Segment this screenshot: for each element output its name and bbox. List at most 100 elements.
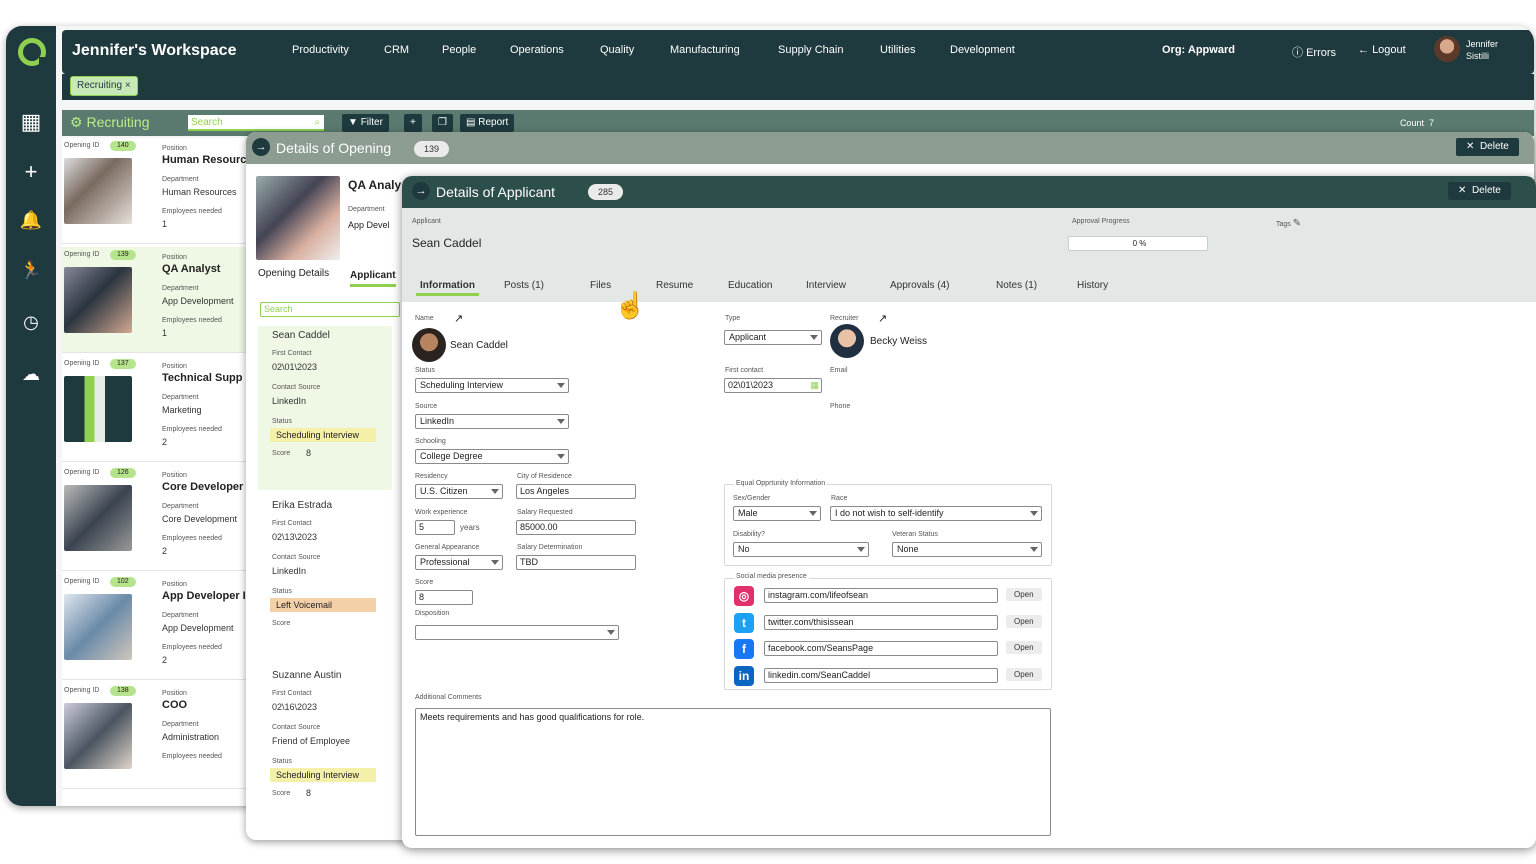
tab-notes[interactable]: Notes (1) <box>996 280 1037 291</box>
tab-applicants[interactable]: Applicant <box>350 270 396 287</box>
tab-opening-details[interactable]: Opening Details <box>258 268 329 279</box>
org-selector[interactable]: Org: Appward <box>1162 44 1235 56</box>
collapse-arrow-icon[interactable]: → <box>412 182 430 200</box>
comments-textarea[interactable]: Meets requirements and has good qualific… <box>415 708 1051 836</box>
applicant-card[interactable]: Suzanne Austin First Contact 02\16\2023 Con… <box>258 666 392 830</box>
open-link-button[interactable]: Open <box>1006 641 1042 654</box>
tab-education[interactable]: Education <box>728 280 772 291</box>
opening-card[interactable]: Opening ID 126 Position Core Developer Depar… <box>62 465 248 571</box>
applicant-count-badge: 285 <box>588 184 624 200</box>
first-contact-input[interactable]: 02\01\2023 ▦ <box>724 378 822 393</box>
first-contact-value: 02\01\2023 <box>272 362 318 372</box>
calendar-icon[interactable]: ▦ <box>810 379 819 392</box>
logout-link[interactable]: ← Logout <box>1358 44 1406 56</box>
user-avatar[interactable] <box>1434 36 1460 62</box>
residency-select[interactable]: U.S. Citizen <box>415 484 503 499</box>
salary-requested-input[interactable]: 85000.00 <box>516 520 636 535</box>
cloud-upload-icon[interactable]: ☁ <box>6 360 56 388</box>
schooling-select[interactable]: College Degree <box>415 449 569 464</box>
employees-label: Employees needed <box>162 317 222 324</box>
tab-posts[interactable]: Posts (1) <box>504 280 544 291</box>
apps-grid-icon[interactable]: ▦ <box>6 108 56 136</box>
tab-history[interactable]: History <box>1077 280 1108 291</box>
open-link-button[interactable]: Open <box>1006 667 1042 681</box>
opening-photo <box>64 376 132 442</box>
tab-interview[interactable]: Interview <box>806 280 846 291</box>
recruiting-chip[interactable]: Recruiting × <box>70 76 138 96</box>
nav-utilities[interactable]: Utilities <box>880 44 915 56</box>
opening-id-label: Opening ID <box>64 251 100 258</box>
nav-quality[interactable]: Quality <box>600 44 634 56</box>
social-url-input[interactable]: instagram.com/lifeofsean <box>764 588 998 603</box>
applicant-card[interactable]: Sean Caddel First Contact 02\01\2023 Contac… <box>258 326 392 490</box>
sex-select[interactable]: Male <box>733 506 821 521</box>
veteran-select[interactable]: None <box>892 542 1042 557</box>
nav-people[interactable]: People <box>442 44 476 56</box>
nav-development[interactable]: Development <box>950 44 1015 56</box>
search-placeholder: Search <box>191 117 223 128</box>
nav-operations[interactable]: Operations <box>510 44 564 56</box>
applicant-card-name: Sean Caddel <box>272 330 330 341</box>
user-first-name: Jennifer <box>1466 39 1499 49</box>
details-of-applicant-panel: → Details of Applicant 285 ✕ Delete Appl… <box>402 176 1536 848</box>
work-experience-input[interactable]: 5 <box>415 520 455 535</box>
nav-supply-chain[interactable]: Supply Chain <box>778 44 843 56</box>
salary-determination-input[interactable]: TBD <box>516 555 636 570</box>
race-select[interactable]: I do not wish to self-identify <box>830 506 1042 521</box>
opening-card[interactable]: Opening ID 137 Position Technical Supp Depar… <box>62 356 248 462</box>
tab-resume[interactable]: Resume <box>656 280 693 291</box>
employees-value: 1 <box>162 328 168 338</box>
employees-value: 2 <box>162 437 168 447</box>
social-url-input[interactable]: facebook.com/SeansPage <box>764 641 998 656</box>
disability-label: Disability? <box>733 531 765 538</box>
workspace-title: Jennifer's Workspace <box>72 42 237 59</box>
status-select[interactable]: Scheduling Interview <box>415 378 569 393</box>
external-link-icon[interactable]: ↗ <box>454 312 463 325</box>
source-select[interactable]: LinkedIn <box>415 414 569 429</box>
status-badge: Left Voicemail <box>270 598 376 612</box>
copy-button[interactable]: ❐ <box>432 114 453 132</box>
recruiting-search-input[interactable]: Search ⌕ <box>188 115 324 131</box>
open-link-button[interactable]: Open <box>1006 588 1042 601</box>
opening-card[interactable]: Opening ID 139 Position QA Analyst Departmen… <box>62 247 248 353</box>
errors-link[interactable]: ⓘ Errors <box>1292 44 1336 60</box>
clock-icon[interactable]: ◷ <box>6 308 56 336</box>
city-input[interactable]: Los Angeles <box>516 484 636 499</box>
nav-productivity[interactable]: Productivity <box>292 44 349 56</box>
tab-approvals[interactable]: Approvals (4) <box>890 280 949 291</box>
external-link-icon[interactable]: ↗ <box>878 312 887 325</box>
opening-card[interactable]: Opening ID 138 Position COO Department Admini… <box>62 683 248 789</box>
filter-button[interactable]: ▼ Filter <box>342 114 389 132</box>
bell-icon[interactable]: 🔔 <box>6 206 56 234</box>
opening-card[interactable]: Opening ID 102 Position App Developer I Depa… <box>62 574 248 680</box>
add-icon[interactable]: + <box>6 158 56 186</box>
logout-label: Logout <box>1372 44 1406 56</box>
running-icon[interactable]: 🏃 <box>6 256 56 284</box>
add-record-button[interactable]: + <box>404 114 422 132</box>
opening-header: → Details of Opening 139 ✕ Delete <box>246 132 1534 164</box>
nav-manufacturing[interactable]: Manufacturing <box>670 44 740 56</box>
collapse-arrow-icon[interactable]: → <box>252 138 270 156</box>
applicant-search-input[interactable]: Search <box>260 302 400 317</box>
applicant-delete-button[interactable]: ✕ Delete <box>1448 182 1511 200</box>
open-link-button[interactable]: Open <box>1006 614 1042 628</box>
opening-delete-button[interactable]: ✕ Delete <box>1456 138 1519 156</box>
opening-card[interactable]: Opening ID 140 Position Human Resourc Depart… <box>62 138 248 244</box>
report-button[interactable]: ▤ Report <box>460 114 515 132</box>
first-contact-value: 02\01\2023 <box>728 380 774 390</box>
disability-select[interactable]: No <box>733 542 869 557</box>
chip-close-icon[interactable]: × <box>125 80 131 91</box>
opening-id-badge: 138 <box>110 686 136 696</box>
tab-information[interactable]: Information <box>416 280 479 296</box>
appearance-select[interactable]: Professional <box>415 555 503 570</box>
score-input[interactable]: 8 <box>415 590 473 605</box>
type-select[interactable]: Applicant <box>724 330 822 345</box>
applicant-card[interactable]: Erika Estrada First Contact 02\13\2023 Cont… <box>258 496 392 660</box>
type-value: Applicant <box>729 332 767 342</box>
nav-crm[interactable]: CRM <box>384 44 409 56</box>
social-url-input[interactable]: twitter.com/thisissean <box>764 614 998 630</box>
disposition-select[interactable] <box>415 625 619 640</box>
social-url-input[interactable]: linkedin.com/SeanCaddel <box>764 667 998 683</box>
pencil-icon[interactable]: ✎ <box>1293 218 1301 229</box>
tab-files[interactable]: Files <box>590 280 611 291</box>
